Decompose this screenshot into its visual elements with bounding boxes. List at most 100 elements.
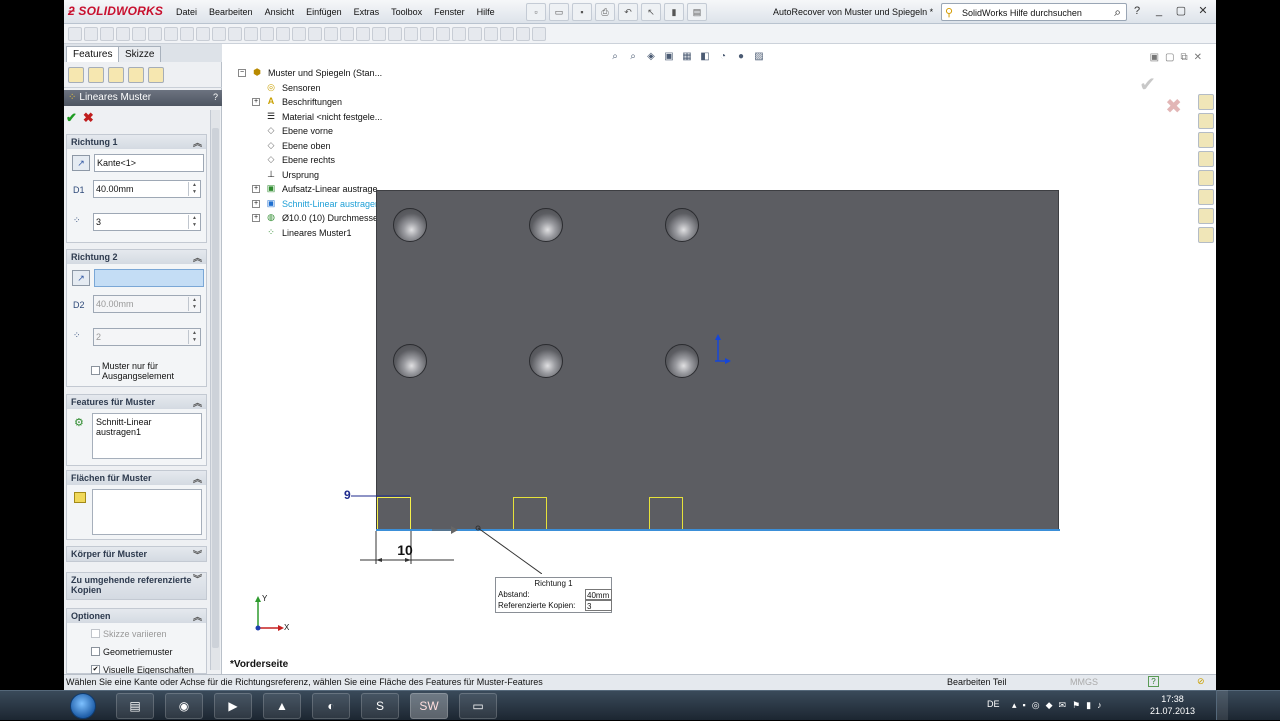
- help-button[interactable]: ?: [1128, 3, 1146, 20]
- toolbar-btn-17[interactable]: [324, 27, 338, 41]
- direction2-header[interactable]: Richtung 2 ︽: [67, 250, 206, 264]
- select-icon[interactable]: ↖: [641, 3, 661, 21]
- seed-only-checkbox[interactable]: [91, 366, 100, 375]
- file-explorer-icon[interactable]: [1198, 132, 1214, 148]
- solidworks-resources-icon[interactable]: [1198, 94, 1214, 110]
- dimxpert-icon[interactable]: [128, 67, 144, 83]
- toolbar-btn-28[interactable]: [500, 27, 514, 41]
- toolbar-btn-12[interactable]: [244, 27, 258, 41]
- toolbar-btn-23[interactable]: [420, 27, 434, 41]
- tab-skizze[interactable]: Skizze: [118, 46, 162, 62]
- hide-show-icon[interactable]: ◔: [716, 51, 730, 63]
- direction2-reference-field[interactable]: [94, 269, 204, 287]
- expand-icon[interactable]: ︾: [193, 548, 202, 561]
- menu-toolbox[interactable]: Toolbox: [391, 7, 422, 17]
- toolbar-btn-24[interactable]: [436, 27, 450, 41]
- forum-icon[interactable]: [1198, 227, 1214, 243]
- toolbar-btn-22[interactable]: [404, 27, 418, 41]
- expand-icon[interactable]: +: [252, 199, 260, 208]
- collapse-icon[interactable]: ︽: [193, 472, 202, 485]
- status-help-icon[interactable]: ?: [1148, 676, 1159, 687]
- tray-expand-icon[interactable]: ▴: [1012, 700, 1017, 711]
- toolbar-btn-7[interactable]: [164, 27, 178, 41]
- toolbar-btn-3[interactable]: [100, 27, 114, 41]
- spinner-icon[interactable]: ▲ ▼: [188, 297, 200, 311]
- callout-distance-value[interactable]: 40mm: [585, 589, 612, 600]
- menu-hilfe[interactable]: Hilfe: [477, 7, 495, 17]
- media-player-icon[interactable]: ▶: [214, 693, 252, 719]
- toolbar-btn-14[interactable]: [276, 27, 290, 41]
- reverse-direction1-button[interactable]: ↗: [72, 155, 90, 171]
- viewport-restore-icon[interactable]: ▣: [1150, 52, 1159, 63]
- solidworks-taskbar-icon[interactable]: SW: [410, 693, 448, 719]
- menu-einfuegen[interactable]: Einfügen: [306, 7, 342, 17]
- zoom-area-icon[interactable]: ⌕: [626, 51, 640, 63]
- options-icon[interactable]: ▤: [687, 3, 707, 21]
- skype-icon[interactable]: S: [361, 693, 399, 719]
- toolbar-btn-13[interactable]: [260, 27, 274, 41]
- tree-root[interactable]: − ⬢ Muster und Spiegeln (Stan...: [238, 66, 382, 81]
- open-icon[interactable]: ▭: [549, 3, 569, 21]
- toolbar-btn-21[interactable]: [388, 27, 402, 41]
- tab-features[interactable]: Features: [66, 46, 120, 62]
- graphics-area[interactable]: ⌕ ⌕ ◈ ▣ ▦ ◧ ◔ ● ▨ ▣ ▢ ⧉ ✕ ✔ ✖ − ⬢ Muster…: [224, 44, 1216, 674]
- hole[interactable]: [665, 208, 699, 242]
- spinner-icon[interactable]: ▲ ▼: [188, 182, 200, 196]
- direction2-instances-input[interactable]: 2 ▲ ▼: [93, 328, 201, 346]
- toolbar-btn-27[interactable]: [484, 27, 498, 41]
- hole[interactable]: [529, 208, 563, 242]
- pm-help-icon[interactable]: ?: [213, 92, 218, 102]
- view-orientation-icon[interactable]: ▦: [680, 51, 694, 63]
- toolbar-btn-20[interactable]: [372, 27, 386, 41]
- notepad-icon[interactable]: ▭: [459, 693, 497, 719]
- toolbar-btn-25[interactable]: [452, 27, 466, 41]
- vary-sketch-checkbox[interactable]: [91, 629, 100, 638]
- menu-extras[interactable]: Extras: [354, 7, 380, 17]
- scroll-thumb[interactable]: [212, 128, 219, 648]
- reverse-direction2-button[interactable]: ↗: [72, 270, 90, 286]
- close-button[interactable]: ✕: [1194, 3, 1212, 20]
- toolbar-btn-26[interactable]: [468, 27, 482, 41]
- appearance-icon[interactable]: ●: [734, 51, 748, 63]
- property-manager-icon[interactable]: [88, 67, 104, 83]
- volume-icon[interactable]: ♪: [1097, 700, 1102, 711]
- rebuild-icon[interactable]: ▮: [664, 3, 684, 21]
- solidworks-logo[interactable]: ƻ SOLIDWORKS: [68, 4, 163, 18]
- help-search[interactable]: ⚲ SolidWorks Hilfe durchsuchen ⌕: [941, 3, 1127, 21]
- network-icon[interactable]: ▮: [1086, 700, 1091, 711]
- configuration-manager-icon[interactable]: [108, 67, 124, 83]
- toolbar-btn-18[interactable]: [340, 27, 354, 41]
- confirm-corner-cancel-icon[interactable]: ✖: [1165, 94, 1182, 119]
- show-desktop-button[interactable]: [1216, 690, 1228, 720]
- faces-header[interactable]: Flächen für Muster ︽: [67, 471, 206, 485]
- options-header[interactable]: Optionen ︽: [67, 609, 206, 623]
- hole[interactable]: [393, 208, 427, 242]
- faces-list[interactable]: [92, 489, 202, 535]
- collapse-icon[interactable]: ︽: [193, 136, 202, 149]
- hole[interactable]: [393, 344, 427, 378]
- toolbar-btn-15[interactable]: [292, 27, 306, 41]
- menu-bearbeiten[interactable]: Bearbeiten: [209, 7, 253, 17]
- display-style-icon[interactable]: ◧: [698, 51, 712, 63]
- print-icon[interactable]: ⎙: [595, 3, 615, 21]
- features-header[interactable]: Features für Muster ︽: [67, 395, 206, 409]
- direction1-callout[interactable]: Richtung 1 Abstand: 40mm Referenzierte Ko…: [495, 577, 612, 613]
- direction1-header[interactable]: Richtung 1 ︽: [67, 135, 206, 149]
- expand-icon[interactable]: +: [252, 214, 260, 222]
- collapse-icon[interactable]: ︽: [193, 251, 202, 264]
- toolbar-btn-8[interactable]: [180, 27, 194, 41]
- magnifier-icon[interactable]: ⌕: [1114, 5, 1121, 20]
- pin-icon[interactable]: ⊘: [1197, 676, 1205, 687]
- toolbar-btn-2[interactable]: [84, 27, 98, 41]
- direction1-reference-field[interactable]: Kante<1>: [94, 154, 204, 172]
- expand-icon[interactable]: +: [252, 98, 260, 106]
- appearances-icon[interactable]: [1198, 189, 1214, 205]
- previous-view-icon[interactable]: ◈: [644, 51, 658, 63]
- ok-button[interactable]: ✔: [66, 110, 77, 126]
- confirm-corner-ok-icon[interactable]: ✔: [1139, 72, 1156, 97]
- viewport-close-icon[interactable]: ✕: [1194, 52, 1202, 63]
- display-manager-icon[interactable]: [148, 67, 164, 83]
- collapse-icon[interactable]: ︽: [193, 610, 202, 623]
- toolbar-btn-1[interactable]: [68, 27, 82, 41]
- tray-app-icon[interactable]: ▪: [1023, 700, 1026, 711]
